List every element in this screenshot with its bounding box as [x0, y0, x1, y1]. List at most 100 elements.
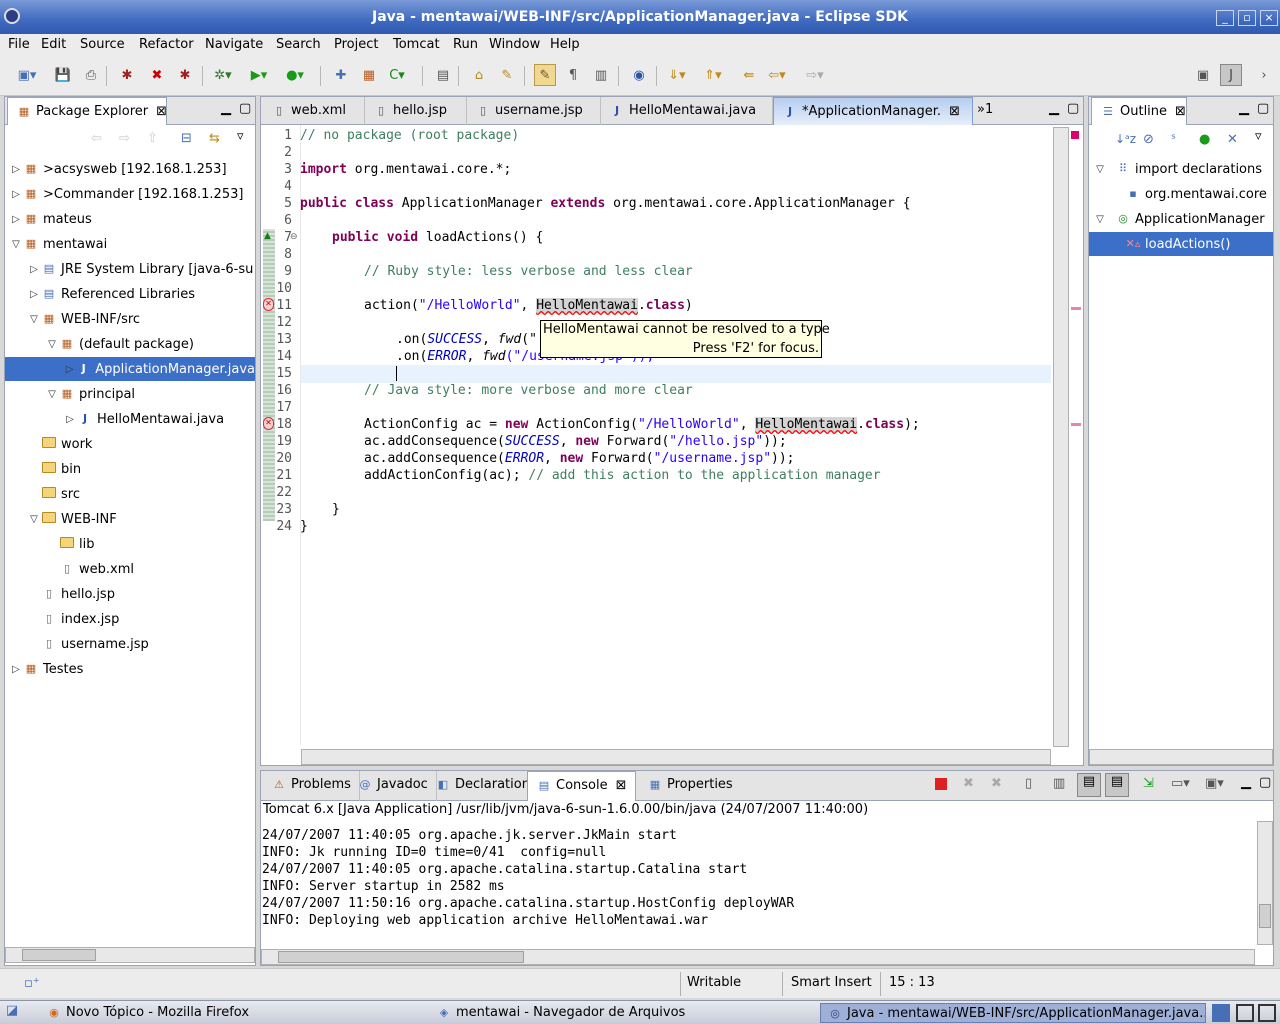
expand-down-icon[interactable]: ▽	[45, 339, 59, 350]
tree-item[interactable]: ▯ index.jsp	[5, 607, 255, 631]
scroll-lock-icon[interactable]: ▥	[1053, 776, 1065, 791]
tab-declaration[interactable]: ◧ Declaration	[427, 771, 539, 801]
code-line-18[interactable]: ActionConfig ac = new ActionConfig("/Hel…	[364, 416, 920, 433]
expand-right-icon[interactable]: ▷	[27, 264, 41, 275]
code-line-20[interactable]: ac.addConsequence(ERROR, new Forward("/u…	[364, 450, 795, 467]
pin-console-icon[interactable]: ⇲	[1143, 776, 1154, 791]
code-line-19[interactable]: ac.addConsequence(SUCCESS, new Forward("…	[364, 433, 787, 450]
remove-launch-icon[interactable]: ✖	[963, 776, 974, 791]
menu-source[interactable]: Source	[80, 37, 125, 52]
search-icon[interactable]: ✎	[496, 64, 518, 86]
tree-item[interactable]: ▷ J ApplicationManager.java	[5, 357, 255, 381]
close-icon[interactable]: ⊠	[616, 778, 627, 793]
tomcat-stop-icon[interactable]: ✖	[146, 64, 168, 86]
menu-search[interactable]: Search	[276, 37, 321, 52]
expand-right-icon[interactable]: ▷	[27, 289, 41, 300]
code-line-13[interactable]: .on(SUCCESS, fwd("	[396, 331, 537, 348]
code-line-7[interactable]: public void loadActions() {	[332, 229, 543, 246]
expand-down-icon[interactable]: ▽	[1093, 164, 1107, 175]
link-with-editor-icon[interactable]: ⇆	[209, 131, 220, 146]
tree-item[interactable]: ▯ web.xml	[5, 557, 255, 581]
sort-icon[interactable]: ↓ᵃz	[1115, 132, 1136, 146]
tree-item[interactable]: ▯ hello.jsp	[5, 582, 255, 606]
hide-nonpublic-icon[interactable]: ●	[1199, 132, 1210, 147]
toolbar-overflow-icon[interactable]: ›	[1256, 64, 1272, 86]
editor-tab-hello-jsp[interactable]: ▯ hello.jsp	[365, 97, 467, 125]
open-perspective-icon[interactable]: ▣	[1192, 64, 1214, 86]
outline-item-class[interactable]: ▽ ◎ ApplicationManager	[1089, 207, 1273, 231]
code-line-1[interactable]: // no package (root package)	[300, 127, 519, 144]
view-menu-icon[interactable]: ▿	[1255, 129, 1262, 144]
workspace-switcher-2[interactable]	[1236, 1004, 1254, 1022]
close-button[interactable]: ×	[1260, 10, 1278, 26]
save-icon[interactable]: 💾	[52, 64, 74, 86]
editor-tab-hellomentawai[interactable]: J HelloMentawai.java	[601, 97, 773, 125]
code-line-11[interactable]: action("/HelloWorld", HelloMentawai.clas…	[364, 297, 693, 314]
scroll-thumb[interactable]	[1259, 904, 1271, 928]
open-folder-icon[interactable]: ⌂	[468, 64, 490, 86]
menu-tomcat[interactable]: Tomcat	[393, 37, 440, 52]
code-line-24[interactable]: }	[300, 518, 308, 535]
java-perspective-icon[interactable]: J	[1220, 64, 1242, 86]
editor-vscroll[interactable]	[1053, 127, 1069, 747]
console-hscroll[interactable]	[261, 949, 1255, 965]
tree-item[interactable]: ▷ ▦ mateus	[5, 207, 255, 231]
expand-right-icon[interactable]: ▷	[9, 164, 23, 175]
menu-navigate[interactable]: Navigate	[205, 37, 263, 52]
minimize-view-icon[interactable]: ▁	[1241, 775, 1251, 790]
show-on-stderr-icon[interactable]: ▤	[1105, 773, 1129, 797]
browser-icon[interactable]: ◉	[628, 64, 650, 86]
expand-right-icon[interactable]: ▷	[9, 189, 23, 200]
hide-static-icon[interactable]: ˢ	[1171, 132, 1176, 147]
outline-item-imports[interactable]: ▽ ⠿ import declarations	[1089, 157, 1273, 181]
previous-annotation-icon[interactable]: ⇑▾	[702, 64, 724, 86]
tree-item[interactable]: src	[5, 482, 255, 506]
new-class-icon[interactable]: C▾	[386, 64, 408, 86]
package-explorer-hscroll[interactable]	[5, 947, 255, 963]
run-icon[interactable]: ▶▾	[248, 64, 270, 86]
tree-item[interactable]: bin	[5, 457, 255, 481]
new-icon[interactable]: ▣▾	[16, 64, 38, 86]
outline-item-import[interactable]: ▪ org.mentawai.core	[1089, 182, 1273, 206]
show-desktop-icon[interactable]: ◪	[2, 1003, 22, 1023]
close-icon[interactable]: ⊠	[949, 104, 960, 119]
tree-item[interactable]: ▯ username.jsp	[5, 632, 255, 656]
tab-javadoc[interactable]: @ Javadoc	[349, 771, 437, 801]
error-indicator[interactable]	[1071, 131, 1079, 139]
tree-item[interactable]: ▷ ▦ >acsysweb [192.168.1.253]	[5, 157, 255, 181]
menu-project[interactable]: Project	[334, 37, 378, 52]
code-line-21[interactable]: addActionConfig(ac); // add this action …	[364, 467, 881, 484]
error-icon[interactable]: ✕	[263, 298, 274, 311]
menu-file[interactable]: File	[8, 37, 30, 52]
code-line-5[interactable]: public class ApplicationManager extends …	[300, 195, 911, 212]
show-whitespace-icon[interactable]: ¶	[562, 64, 584, 86]
menu-edit[interactable]: Edit	[41, 37, 66, 52]
menu-refactor[interactable]: Refactor	[139, 37, 194, 52]
outline-item-method[interactable]: ✕▵ loadActions()	[1089, 232, 1273, 256]
task-file-browser[interactable]: ◈ mentawai - Navegador de Arquivos	[430, 1003, 810, 1023]
next-annotation-icon[interactable]: ⇓▾	[666, 64, 688, 86]
close-icon[interactable]: ⊠	[156, 104, 167, 119]
expand-down-icon[interactable]: ▽	[9, 239, 23, 250]
maximize-view-icon[interactable]: ▢	[239, 101, 251, 116]
open-console-icon[interactable]: ▣▾	[1205, 776, 1224, 791]
expand-right-icon[interactable]: ▷	[9, 664, 23, 675]
expand-down-icon[interactable]: ▽	[45, 389, 59, 400]
tree-item[interactable]: ▽ ▦ WEB-INF/src	[5, 307, 255, 331]
menu-run[interactable]: Run	[453, 37, 478, 52]
new-java-project-icon[interactable]: ✚	[330, 64, 352, 86]
outline-hscroll[interactable]	[1089, 749, 1273, 765]
maximize-view-icon[interactable]: ▢	[1257, 101, 1269, 116]
error-tooltip[interactable]: HelloMentawai cannot be resolved to a ty…	[540, 320, 830, 358]
expand-down-icon[interactable]: ▽	[27, 514, 41, 525]
hide-local-types-icon[interactable]: ✕	[1227, 132, 1238, 147]
up-icon[interactable]: ⇧	[147, 131, 158, 146]
tree-item[interactable]: ▷ ▤ JRE System Library [java-6-su	[5, 257, 255, 281]
tomcat-start-icon[interactable]: ✱	[116, 64, 138, 86]
external-tools-icon[interactable]: ●▾	[284, 64, 306, 86]
workspace-switcher-3[interactable]	[1258, 1004, 1276, 1022]
terminate-icon[interactable]	[935, 778, 947, 790]
forward-icon[interactable]: ⇨	[119, 131, 130, 146]
collapse-all-icon[interactable]: ⊟	[181, 131, 192, 146]
scroll-thumb[interactable]	[22, 949, 96, 961]
